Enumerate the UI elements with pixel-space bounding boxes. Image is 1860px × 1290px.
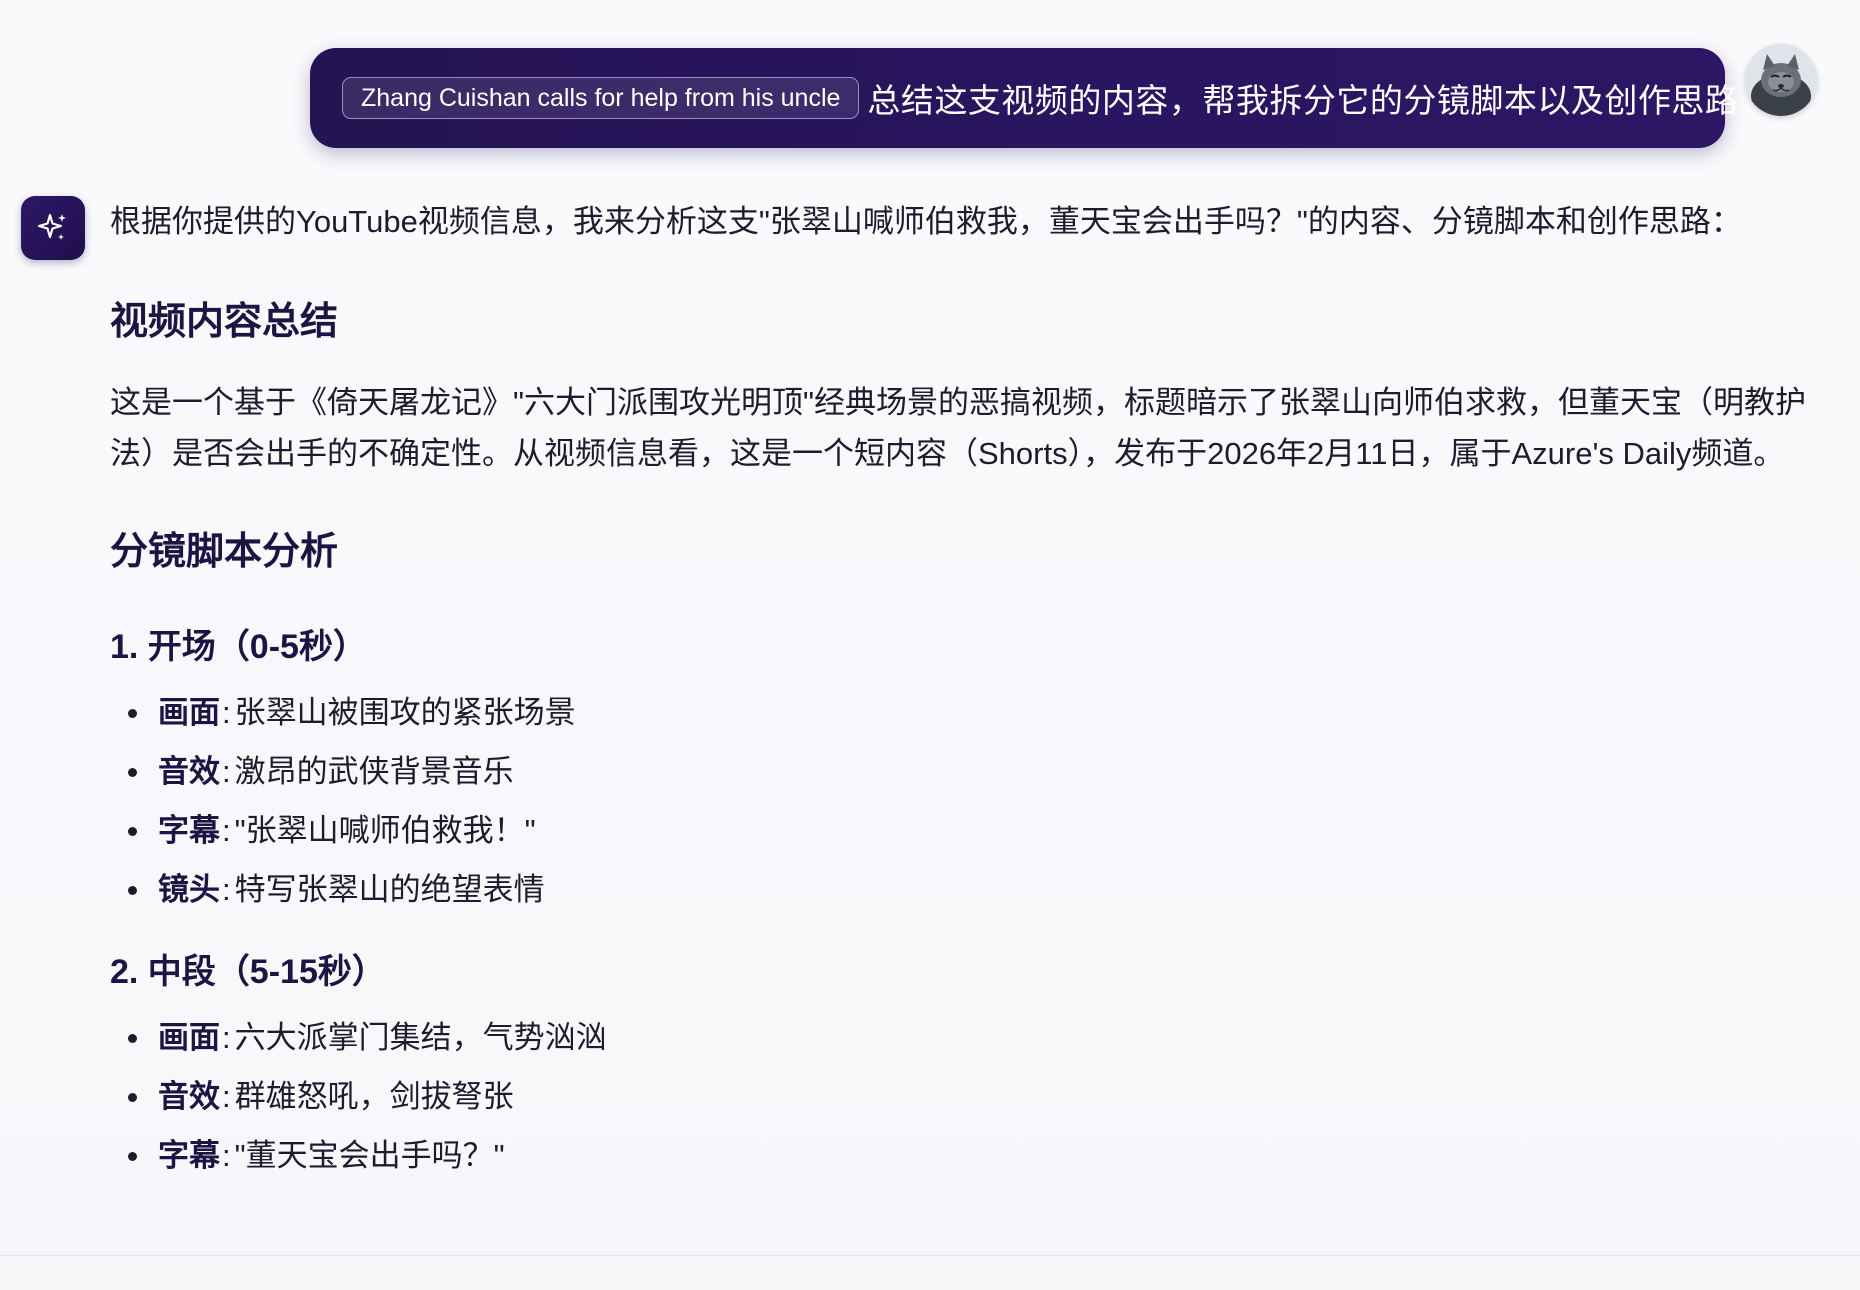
item-value: 群雄怒吼，剑拔弩张 (234, 1079, 514, 1114)
chat-page: Zhang Cuishan calls for help from his un… (0, 0, 1860, 1290)
user-message-row: Zhang Cuishan calls for help from his un… (0, 44, 1860, 148)
item-label: 字幕 (158, 813, 220, 848)
item-label: 音效 (158, 1079, 220, 1114)
section-heading: 2. 中段（5-15秒） (110, 953, 386, 991)
item-label: 字幕 (158, 1138, 220, 1173)
list-item: 音效: 群雄怒吼，剑拔弩张 (110, 1067, 1810, 1126)
list-item: 画面: 张翠山被围攻的紧张场景 (110, 683, 1810, 742)
list-item: 镜头: 特写张翠山的绝望表情 (110, 860, 1810, 919)
user-message-text: 总结这支视频的内容，帮我拆分它的分镜脚本以及创作思路 (867, 82, 1739, 119)
list-item: 音效: 激昂的武侠背景音乐 (110, 742, 1810, 801)
list-item: 画面: 六大派掌门集结，气势汹汹 (110, 1008, 1810, 1067)
item-label: 镜头 (158, 872, 220, 907)
composer-edge (0, 1255, 1860, 1290)
summary-paragraph: 这是一个基于《倚天屠龙记》"六大门派围攻光明顶"经典场景的恶搞视频，标题暗示了张… (110, 385, 1807, 471)
video-reference-chip[interactable]: Zhang Cuishan calls for help from his un… (342, 77, 860, 119)
item-value: "张翠山喊师伯救我！" (234, 813, 536, 848)
shot-list: 画面: 张翠山被围攻的紧张场景 音效: 激昂的武侠背景音乐 字幕: "张翠山喊师伯救我… (110, 683, 1810, 919)
assistant-avatar (21, 196, 85, 260)
shot-list: 画面: 六大派掌门集结，气势汹汹 音效: 群雄怒吼，剑拔弩张 字幕: "董天宝会出手吗… (110, 1008, 1810, 1185)
list-item: 字幕: "董天宝会出手吗？" (110, 1126, 1810, 1185)
item-value: "董天宝会出手吗？" (234, 1138, 505, 1173)
item-value: 张翠山被围攻的紧张场景 (234, 695, 576, 730)
item-value: 特写张翠山的绝望表情 (234, 872, 545, 907)
user-avatar[interactable] (1745, 44, 1817, 116)
summary-heading: 视频内容总结 (110, 301, 339, 343)
item-value: 六大派掌门集结，气势汹汹 (234, 1020, 607, 1055)
item-label: 音效 (158, 754, 220, 789)
scroll-fade (0, 1210, 1860, 1255)
section-heading: 1. 开场（0-5秒） (110, 628, 367, 666)
item-label: 画面 (158, 695, 220, 730)
user-message-bubble: Zhang Cuishan calls for help from his un… (310, 48, 1738, 148)
assistant-intro: 根据你提供的YouTube视频信息，我来分析这支"张翠山喊师伯救我，董天宝会出手… (110, 204, 1742, 239)
item-label: 画面 (158, 1020, 220, 1055)
cat-avatar-icon (1745, 44, 1817, 116)
item-value: 激昂的武侠背景音乐 (234, 754, 514, 789)
storyboard-heading: 分镜脚本分析 (110, 531, 339, 573)
assistant-message: 根据你提供的YouTube视频信息，我来分析这支"张翠山喊师伯救我，董天宝会出手… (110, 196, 1810, 1185)
list-item: 字幕: "张翠山喊师伯救我！" (110, 801, 1810, 860)
sparkle-icon (37, 213, 66, 240)
